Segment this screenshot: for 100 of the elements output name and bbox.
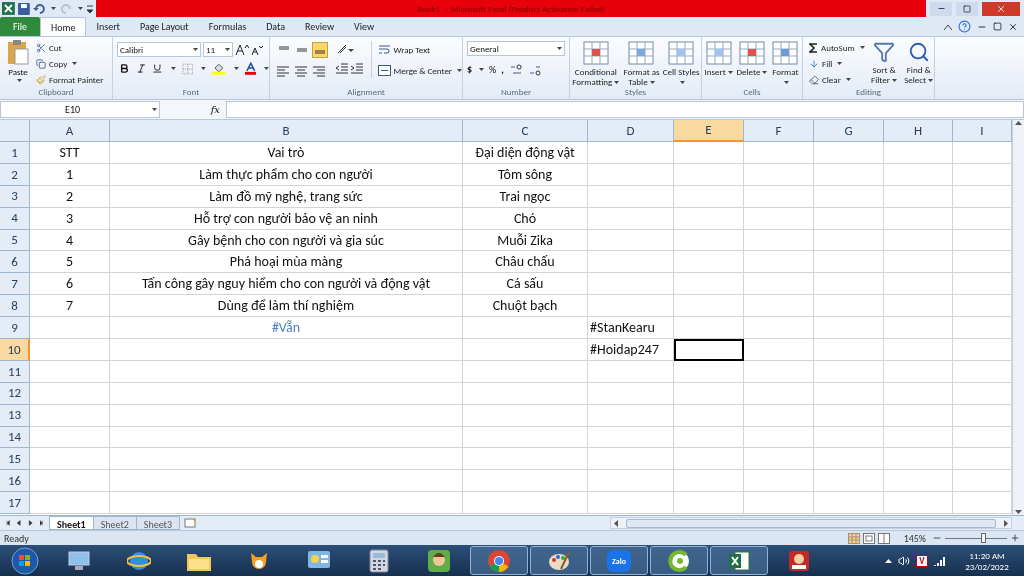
column-header[interactable]: A — [30, 120, 110, 142]
close-button[interactable] — [982, 1, 1020, 16]
tray-arrow-icon[interactable] — [885, 558, 892, 563]
cut-button[interactable]: Cut — [36, 40, 104, 55]
currency-button[interactable]: $ — [467, 62, 473, 77]
column-header[interactable]: B — [110, 120, 463, 142]
column-header[interactable]: E — [674, 120, 744, 142]
column-header[interactable]: I — [953, 120, 1012, 142]
comma-button[interactable]: , — [501, 62, 504, 77]
first-sheet-icon[interactable] — [4, 519, 10, 527]
merge-center-button[interactable]: Merge & Center — [377, 63, 462, 78]
fill-color-icon[interactable] — [212, 62, 226, 75]
calculator-icon[interactable] — [369, 548, 389, 573]
orientation-icon[interactable] — [335, 43, 354, 55]
save-icon[interactable] — [17, 2, 30, 15]
row-header[interactable]: 1 — [0, 142, 30, 164]
column-header[interactable]: H — [884, 120, 953, 142]
name-box[interactable]: E10 — [0, 101, 160, 118]
monitor-icon[interactable] — [67, 549, 91, 572]
page-break-icon[interactable] — [877, 532, 890, 544]
paste-button[interactable]: Paste — [0, 39, 36, 87]
italic-icon[interactable] — [135, 63, 147, 74]
close-icon[interactable] — [1008, 21, 1018, 32]
help-icon[interactable] — [958, 20, 971, 33]
underline-icon[interactable] — [152, 63, 163, 74]
ribbon-tab[interactable]: View — [344, 17, 385, 36]
book-icon[interactable] — [788, 549, 810, 572]
clock[interactable]: 11:20 AM 23/02/2022 — [952, 549, 1022, 572]
sort-filter-button[interactable]: Sort & Filter — [868, 39, 900, 87]
fill-button[interactable]: Fill — [809, 56, 865, 71]
normal-view-icon[interactable] — [847, 532, 860, 544]
previous-sheet-icon[interactable] — [16, 519, 22, 527]
shrink-font-icon[interactable] — [251, 43, 263, 56]
percent-button[interactable]: % — [489, 62, 497, 77]
wrap-text-button[interactable]: Wrap Text — [377, 42, 462, 57]
align-center-icon[interactable] — [294, 65, 309, 77]
increase-indent-icon[interactable] — [350, 63, 363, 74]
next-sheet-icon[interactable] — [28, 519, 34, 527]
row-header[interactable]: 3 — [0, 185, 30, 208]
column-header[interactable]: G — [814, 120, 884, 142]
zoom-percent[interactable]: 145% — [903, 530, 926, 546]
bottom-align-icon[interactable] — [312, 42, 329, 59]
ribbon-tab[interactable]: Home — [40, 17, 87, 36]
customize-icon[interactable] — [86, 2, 94, 15]
excel-icon[interactable] — [727, 548, 751, 573]
scroll-right-icon[interactable] — [1004, 519, 1009, 527]
autosum-button[interactable]: AutoSum — [809, 40, 865, 55]
column-header[interactable]: F — [744, 120, 814, 142]
formula-input[interactable] — [226, 101, 1024, 118]
row-header[interactable]: 14 — [0, 426, 30, 449]
active-cell[interactable] — [674, 339, 744, 361]
increase-decimal-icon[interactable] — [508, 63, 523, 76]
row-header[interactable]: 16 — [0, 470, 30, 493]
row-header[interactable]: 4 — [0, 207, 30, 230]
row-header[interactable]: 15 — [0, 448, 30, 471]
format-cells-button[interactable]: Format — [769, 39, 802, 87]
start-orb-icon[interactable] — [11, 546, 39, 575]
vertical-scrollbar[interactable] — [1012, 120, 1024, 515]
last-sheet-icon[interactable] — [40, 519, 46, 527]
row-header[interactable]: 9 — [0, 317, 30, 339]
number-format-field[interactable]: General — [467, 41, 565, 56]
font-size-field[interactable]: 11 — [203, 42, 233, 57]
row-header[interactable]: 8 — [0, 295, 30, 318]
sheet-tab[interactable]: Sheet1 — [49, 516, 94, 530]
new-sheet-icon[interactable] — [184, 517, 198, 529]
volume-icon[interactable] — [898, 554, 910, 567]
decrease-indent-icon[interactable] — [335, 63, 348, 74]
input-method-indicator[interactable]: V — [916, 554, 928, 567]
align-right-icon[interactable] — [312, 65, 327, 77]
copy-button[interactable]: Copy — [36, 56, 104, 71]
conditional-formatting-button[interactable]: Conditional Formatting — [570, 39, 621, 87]
restore-icon[interactable] — [993, 22, 1002, 31]
insert-cells-button[interactable]: Insert — [702, 39, 735, 87]
row-header[interactable]: 12 — [0, 382, 30, 405]
row-header[interactable]: 17 — [0, 492, 30, 515]
ribbon-tab[interactable]: Page Layout — [129, 17, 199, 36]
undo-icon[interactable] — [32, 2, 47, 15]
align-left-icon[interactable] — [276, 65, 290, 77]
decrease-decimal-icon[interactable] — [527, 63, 542, 76]
row-header[interactable]: 13 — [0, 404, 30, 427]
character-icon[interactable] — [427, 548, 451, 573]
page-layout-icon[interactable] — [862, 532, 875, 544]
coccoc-icon[interactable] — [667, 548, 691, 573]
function-button[interactable]: fx — [210, 102, 220, 117]
cell-styles-button[interactable]: Cell Styles — [662, 39, 701, 87]
zoom-in-icon[interactable] — [1010, 533, 1020, 543]
zoom-slider-thumb[interactable] — [981, 532, 987, 543]
find-select-button[interactable]: Find & Select — [903, 39, 934, 87]
row-header[interactable]: 7 — [0, 273, 30, 296]
column-header[interactable]: D — [588, 120, 674, 142]
collapse-ribbon-icon[interactable] — [944, 23, 952, 30]
zalo-app-icon[interactable]: Zalo — [607, 549, 631, 572]
font-color-icon[interactable] — [244, 62, 257, 75]
row-header[interactable]: 11 — [0, 360, 30, 383]
row-header[interactable]: 10 — [0, 339, 30, 361]
file-tab[interactable]: File — [0, 17, 40, 36]
horizontal-scrollbar[interactable] — [610, 517, 1012, 529]
signal-icon[interactable] — [934, 555, 946, 566]
bold-icon[interactable] — [119, 63, 130, 74]
sheet-tab[interactable]: Sheet2 — [92, 516, 137, 530]
